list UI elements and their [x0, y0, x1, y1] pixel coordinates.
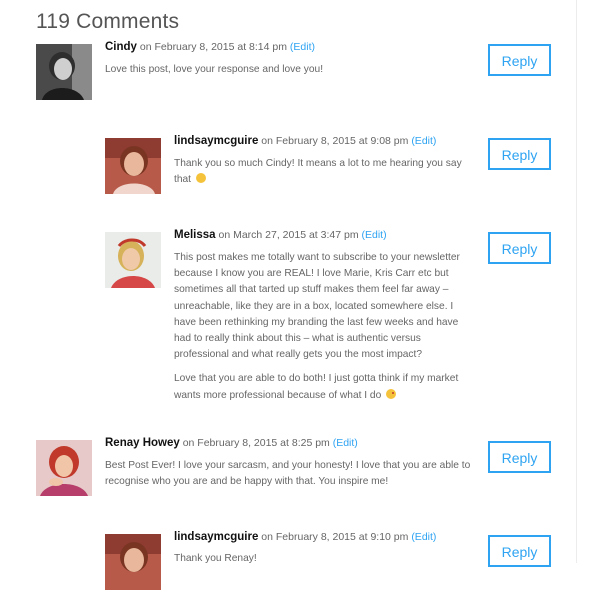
- reply-button[interactable]: Reply: [488, 44, 551, 76]
- avatar: [36, 440, 92, 496]
- comment-date[interactable]: on February 8, 2015 at 8:25 pm: [183, 437, 330, 449]
- comment-author[interactable]: Cindy: [105, 41, 137, 53]
- comment-paragraph: Best Post Ever! I love your sarcasm, and…: [105, 460, 471, 488]
- comment-paragraph: This post makes me totally want to subsc…: [174, 252, 460, 361]
- comment-author[interactable]: Renay Howey: [105, 437, 180, 449]
- comment-meta: lindsaymcguire on February 8, 2015 at 9:…: [174, 530, 436, 544]
- comments-heading: 119 Comments: [36, 10, 180, 33]
- reply-button[interactable]: Reply: [488, 138, 551, 170]
- comment-body: Love this post, love your response and l…: [105, 62, 485, 86]
- comment-meta: Melissa on March 27, 2015 at 3:47 pm (Ed…: [174, 228, 387, 242]
- edit-link[interactable]: (Edit): [411, 135, 436, 147]
- comment-body: This post makes me totally want to subsc…: [174, 250, 470, 412]
- comment-date[interactable]: on March 27, 2015 at 3:47 pm: [218, 229, 358, 241]
- avatar: [36, 44, 92, 100]
- reply-button[interactable]: Reply: [488, 441, 551, 473]
- avatar: [105, 534, 161, 590]
- comment-body: Thank you Renay!: [174, 551, 474, 575]
- reply-button[interactable]: Reply: [488, 232, 551, 264]
- comment-meta: lindsaymcguire on February 8, 2015 at 9:…: [174, 134, 436, 148]
- edit-link[interactable]: (Edit): [290, 41, 315, 53]
- comment-body: Best Post Ever! I love your sarcasm, and…: [105, 458, 473, 498]
- edit-link[interactable]: (Edit): [362, 229, 387, 241]
- comment-paragraph: Love that you are able to do both! I jus…: [174, 371, 470, 403]
- comment-author[interactable]: lindsaymcguire: [174, 531, 258, 543]
- edit-link[interactable]: (Edit): [411, 531, 436, 543]
- comment-paragraph-text: Love that you are able to do both! I jus…: [174, 373, 459, 401]
- wink-emoji-icon: [386, 388, 397, 399]
- comment-meta: Cindy on February 8, 2015 at 8:14 pm (Ed…: [105, 40, 315, 54]
- comment-date[interactable]: on February 8, 2015 at 8:14 pm: [140, 41, 287, 53]
- avatar: [105, 138, 161, 194]
- comment-meta: Renay Howey on February 8, 2015 at 8:25 …: [105, 436, 358, 450]
- comment-line-text: that: [174, 174, 191, 186]
- comment-body: Thank you so much Cindy! It means a lot …: [174, 156, 474, 188]
- comment-line-2: that: [174, 172, 474, 188]
- content-divider: [576, 0, 577, 563]
- avatar: [105, 232, 161, 288]
- comment-date[interactable]: on February 8, 2015 at 9:08 pm: [261, 135, 408, 147]
- edit-link[interactable]: (Edit): [333, 437, 358, 449]
- comment-author[interactable]: lindsaymcguire: [174, 135, 258, 147]
- comment-author[interactable]: Melissa: [174, 229, 216, 241]
- comment-date[interactable]: on February 8, 2015 at 9:10 pm: [261, 531, 408, 543]
- smile-emoji-icon: [195, 173, 206, 184]
- comment-paragraph: Love this post, love your response and l…: [105, 64, 324, 75]
- comment-line: Thank you so much Cindy! It means a lot …: [174, 158, 462, 169]
- reply-button[interactable]: Reply: [488, 535, 551, 567]
- comment-paragraph: Thank you Renay!: [174, 553, 257, 564]
